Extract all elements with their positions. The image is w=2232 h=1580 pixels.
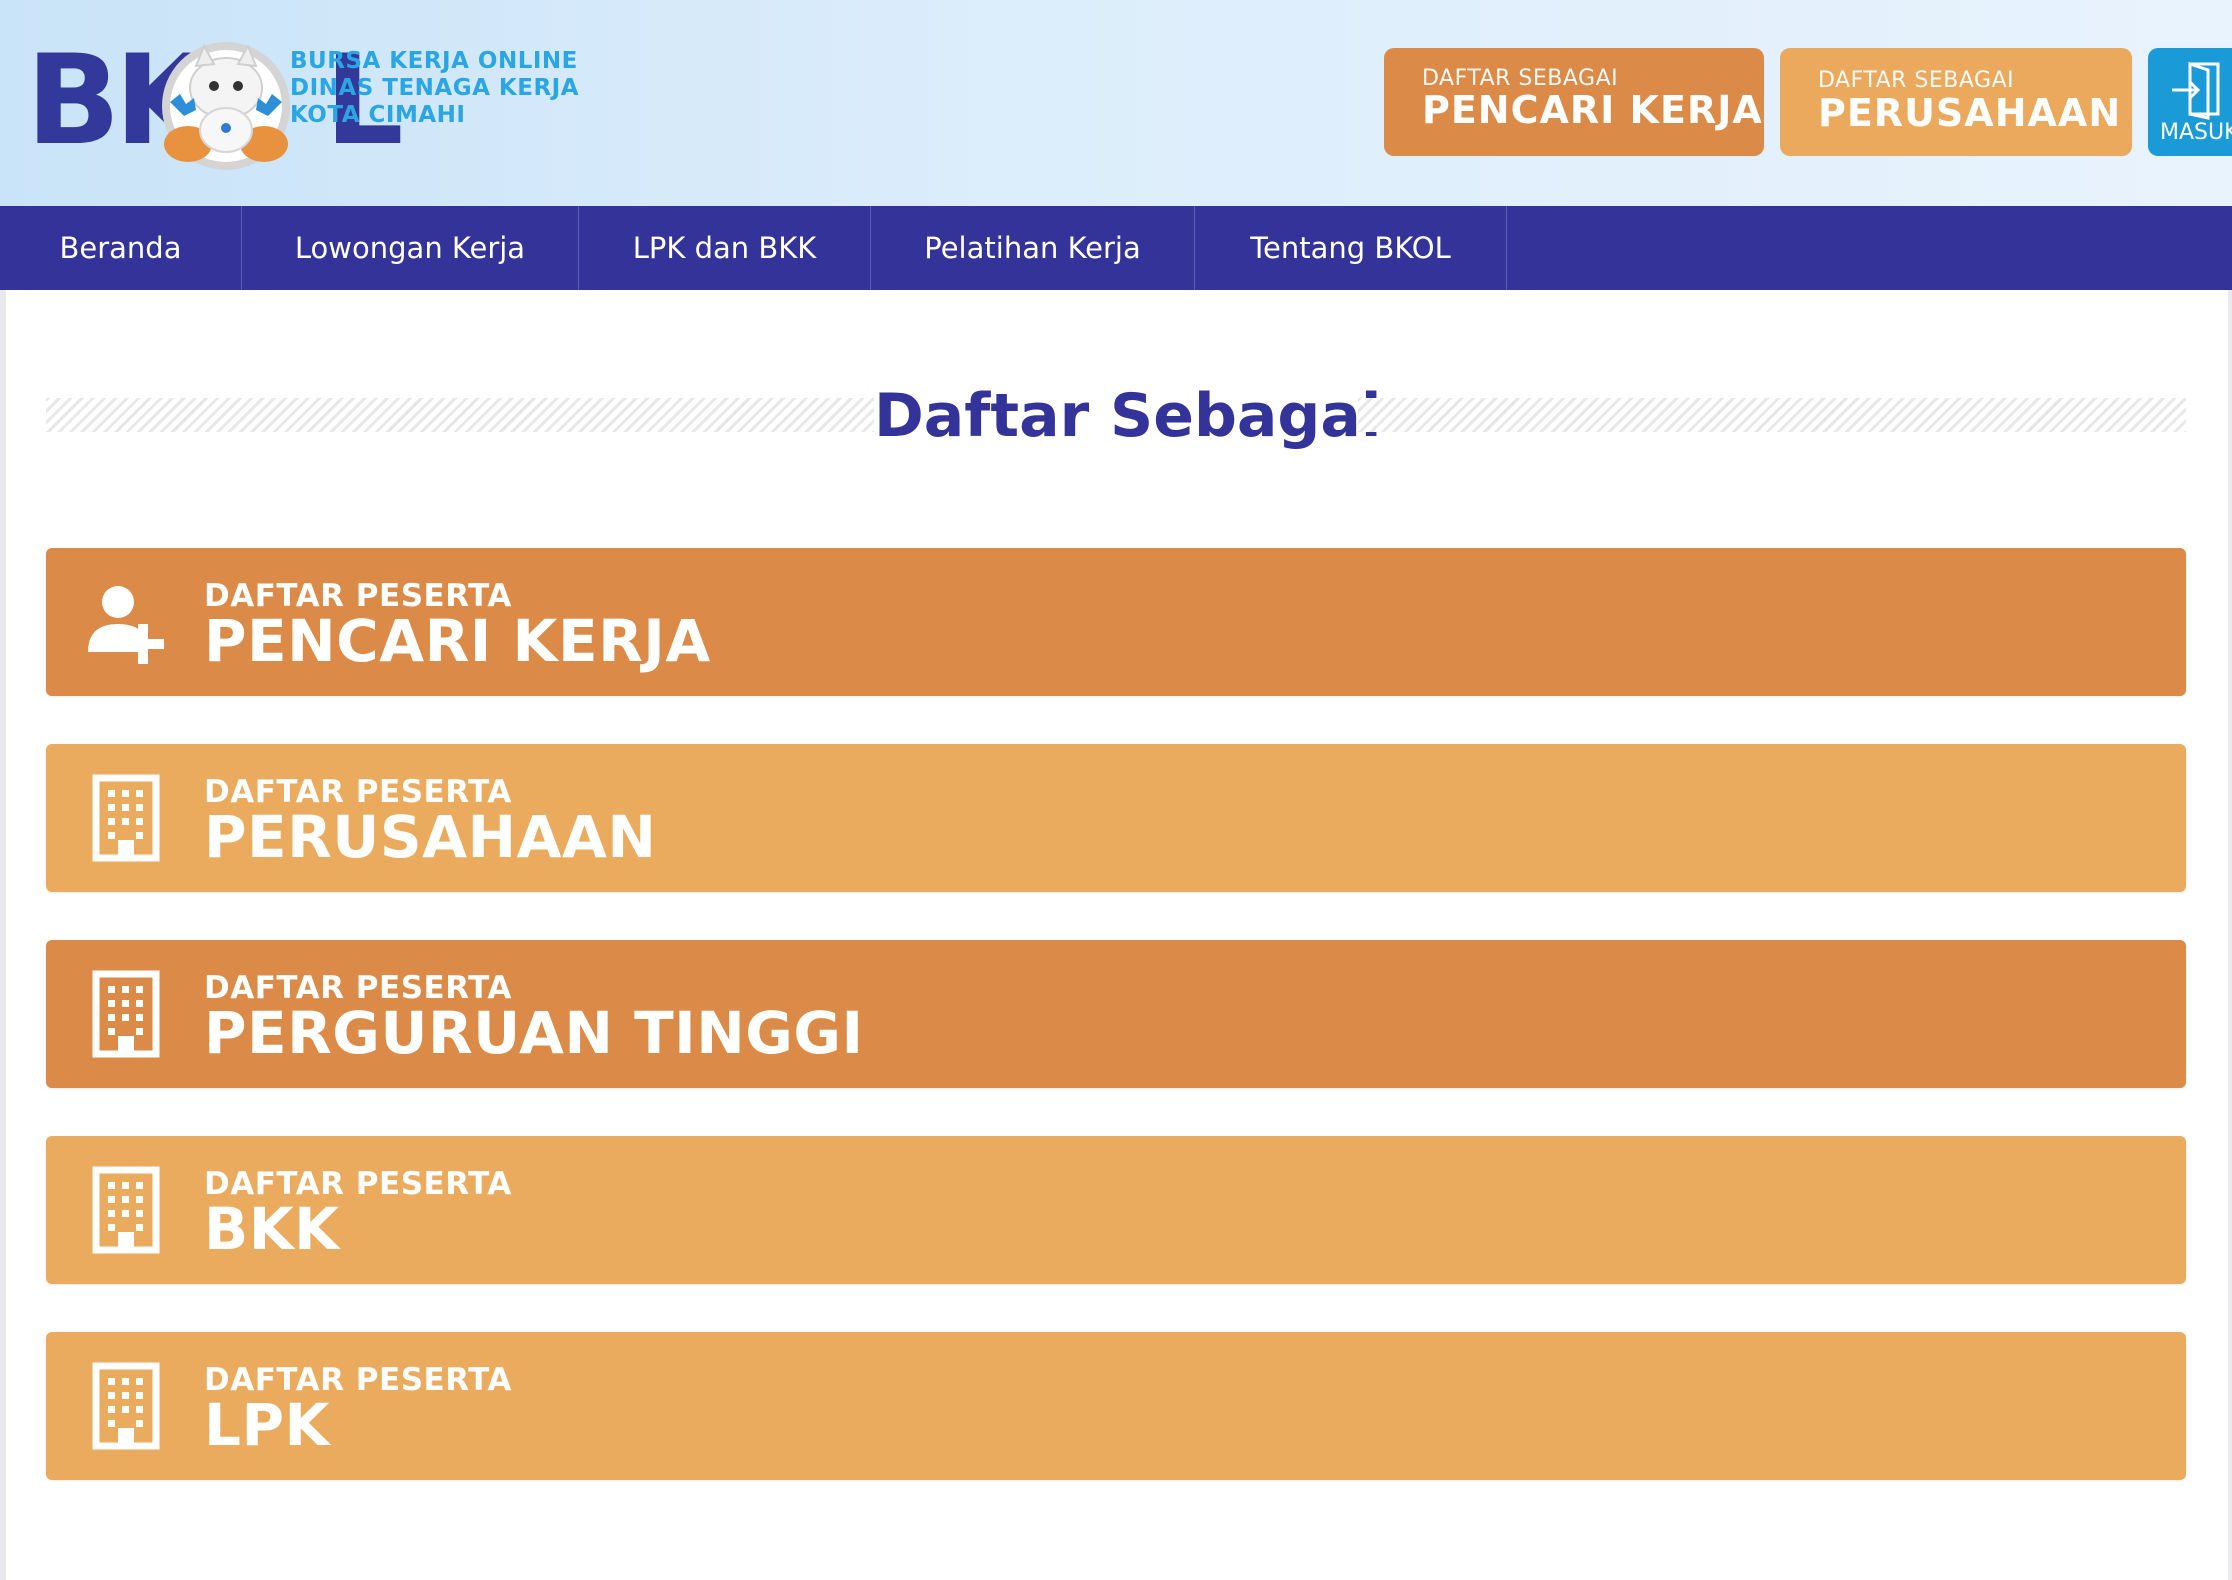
building-icon (92, 1166, 160, 1254)
button-label: PERUSAHAAN (1818, 91, 2122, 135)
register-bkk-button[interactable]: DAFTAR PESERTA BKK (46, 1136, 2186, 1284)
nav-item-pelatihan-kerja[interactable]: Pelatihan Kerja (871, 206, 1195, 290)
button-label: PENCARI KERJA (1422, 88, 1763, 132)
nav-item-tentang-bkol[interactable]: Tentang BKOL (1195, 206, 1507, 290)
register-perusahaan-button[interactable]: DAFTAR PESERTA PERUSAHAAN (46, 744, 2186, 892)
bkol-logo[interactable]: BK L BURSA KERJA ONLINE DINAS TENAGA KERJ… (26, 26, 579, 176)
nav-item-lpk-bkk[interactable]: LPK dan BKK (579, 206, 871, 290)
content-border (0, 290, 6, 1580)
option-label: LPK (204, 1391, 330, 1459)
registration-options: DAFTAR PESERTA PENCARI KERJA DAFTAR PESE… (46, 548, 2186, 1528)
heading-stripe (1358, 398, 2186, 432)
nav-item-lowongan-kerja[interactable]: Lowongan Kerja (242, 206, 579, 290)
heading-stripe (46, 398, 874, 432)
logo-tagline: BURSA KERJA ONLINE DINAS TENAGA KERJA KO… (290, 48, 579, 129)
building-icon (92, 774, 160, 862)
building-icon (92, 970, 160, 1058)
button-caption: DAFTAR SEBAGAI (1818, 68, 2015, 93)
door-enter-icon (2172, 61, 2220, 120)
login-button[interactable]: MASUK (2148, 48, 2232, 156)
logo-line: BURSA KERJA ONLINE (290, 48, 578, 74)
register-pencari-kerja-button[interactable]: DAFTAR PESERTA PENCARI KERJA (46, 548, 2186, 696)
register-perguruan-tinggi-button[interactable]: DAFTAR PESERTA PERGURUAN TINGGI (46, 940, 2186, 1088)
site-header: BK L BURSA KERJA ONLINE DINAS TENAGA KERJ… (0, 0, 2232, 206)
option-label: PERUSAHAAN (204, 803, 657, 871)
main-nav: Beranda Lowongan Kerja LPK dan BKK Pelat… (0, 206, 2232, 290)
section-heading: Daftar Sebagai (46, 380, 2186, 452)
daftar-perusahaan-button[interactable]: DAFTAR SEBAGAI PERUSAHAAN (1780, 48, 2132, 156)
content-border (2228, 290, 2232, 1580)
login-label: MASUK (2160, 120, 2232, 145)
option-label: PENCARI KERJA (204, 607, 711, 675)
nav-item-beranda[interactable]: Beranda (0, 206, 242, 290)
mascot-logo-icon (162, 42, 290, 170)
page-title: Daftar Sebagai (874, 381, 1382, 451)
building-icon (92, 1362, 160, 1450)
logo-line: KOTA CIMAHI (290, 102, 466, 128)
logo-line: DINAS TENAGA KERJA (290, 75, 580, 101)
option-label: PERGURUAN TINGGI (204, 999, 864, 1067)
user-plus-icon (88, 586, 164, 664)
register-lpk-button[interactable]: DAFTAR PESERTA LPK (46, 1332, 2186, 1480)
daftar-pencari-kerja-button[interactable]: DAFTAR SEBAGAI PENCARI KERJA (1384, 48, 1764, 156)
option-label: BKK (204, 1195, 340, 1263)
